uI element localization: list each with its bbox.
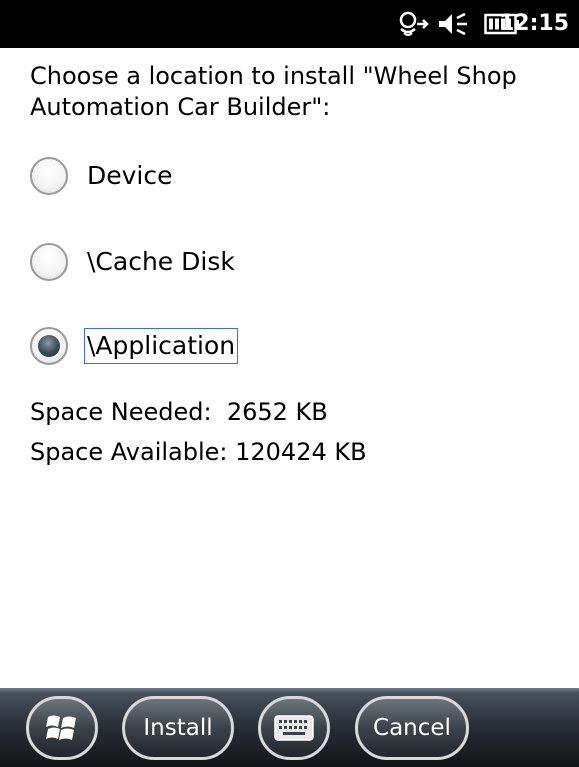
install-location-prompt: Choose a location to install "Wheel Shop… [30, 62, 517, 121]
space-available-text: Space Available: 120424 KB [30, 438, 367, 466]
status-bar: 12:15 [0, 0, 579, 48]
keyboard-button[interactable] [258, 696, 330, 760]
radio-button-cache-disk[interactable] [30, 243, 68, 281]
cancel-button[interactable]: Cancel [355, 696, 469, 760]
location-label-application[interactable]: \Application [84, 328, 239, 364]
clock-time[interactable]: 12:15 [499, 0, 569, 48]
location-option-device[interactable]: Device [30, 154, 176, 198]
install-button[interactable]: Install [122, 696, 234, 760]
location-label-cache-disk[interactable]: \Cache Disk [84, 244, 238, 280]
radio-button-application[interactable] [30, 327, 68, 365]
speaker-muted-icon[interactable] [436, 8, 472, 40]
softkey-bar: Install Cancel [0, 688, 579, 767]
start-button[interactable] [26, 696, 98, 760]
connectivity-icon[interactable] [394, 8, 432, 40]
space-needed-text: Space Needed: 2652 KB [30, 398, 328, 426]
keyboard-icon [274, 715, 314, 741]
location-option-application[interactable]: \Application [30, 324, 239, 368]
radio-button-device[interactable] [30, 157, 68, 195]
location-option-cache-disk[interactable]: \Cache Disk [30, 240, 238, 284]
location-label-device[interactable]: Device [84, 158, 176, 194]
windows-logo-icon [45, 712, 79, 744]
